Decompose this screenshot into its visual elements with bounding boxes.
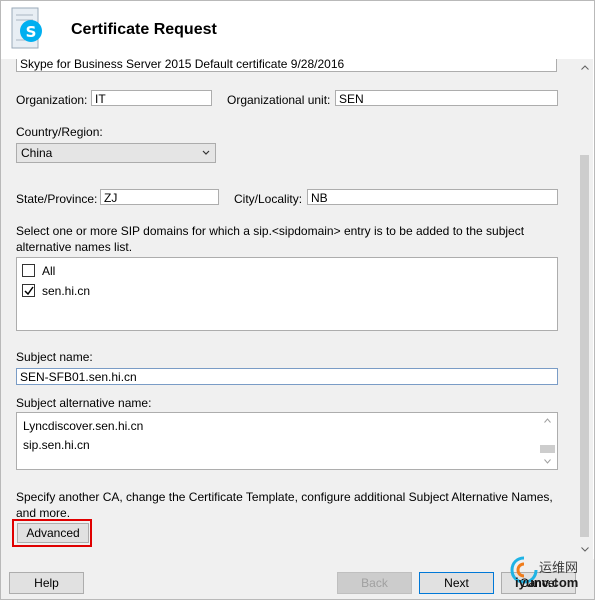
- scroll-down-icon[interactable]: [581, 547, 589, 552]
- checkmark-icon: [24, 286, 34, 296]
- advanced-description-line2: and more.: [16, 506, 71, 520]
- checkbox-sen[interactable]: [22, 284, 35, 297]
- country-dropdown[interactable]: China: [16, 143, 216, 163]
- san-label: Subject alternative name:: [16, 396, 152, 410]
- org-unit-label: Organizational unit:: [227, 93, 331, 107]
- sip-domain-label: All: [42, 264, 56, 278]
- scroll-down-icon[interactable]: [544, 459, 551, 464]
- back-button[interactable]: Back: [337, 572, 412, 594]
- sip-domain-item-sen[interactable]: sen.hi.cn: [21, 283, 221, 299]
- scroll-up-icon[interactable]: [581, 65, 589, 70]
- country-value: China: [21, 146, 53, 160]
- san-list[interactable]: Lyncdiscover.sen.hi.cn sip.sen.hi.cn: [16, 412, 558, 470]
- footer: Help Back Next Cancel: [1, 559, 594, 599]
- sip-domain-list: All sen.hi.cn: [16, 257, 558, 331]
- state-label: State/Province:: [16, 192, 98, 206]
- form-content: Skype for Business Server 2015 Default c…: [1, 59, 576, 559]
- city-label: City/Locality:: [234, 192, 303, 206]
- main-scrollbar[interactable]: [576, 59, 593, 559]
- help-button[interactable]: Help: [9, 572, 84, 594]
- chevron-down-icon: [202, 150, 210, 155]
- san-scroll-thumb[interactable]: [540, 445, 555, 453]
- main-scroll-thumb[interactable]: [580, 155, 589, 537]
- scroll-up-icon[interactable]: [544, 418, 551, 423]
- skype-certificate-icon: S: [11, 7, 42, 49]
- sip-domain-item-all[interactable]: All: [21, 263, 221, 279]
- checkbox-all[interactable]: [22, 264, 35, 277]
- org-unit-field[interactable]: SEN: [335, 90, 558, 106]
- organization-field[interactable]: IT: [91, 90, 212, 106]
- window-title: Certificate Request: [71, 21, 217, 38]
- watermark-text-cn: 运维网: [539, 560, 579, 575]
- city-field[interactable]: NB: [307, 189, 558, 205]
- header: S Certificate Request: [1, 1, 594, 59]
- subject-name-label: Subject name:: [16, 350, 93, 364]
- country-label: Country/Region:: [16, 125, 103, 139]
- svg-text:S: S: [26, 23, 37, 41]
- sip-instruction-line2: alternative names list.: [16, 240, 133, 254]
- advanced-button[interactable]: Advanced: [17, 523, 89, 543]
- sip-domain-label: sen.hi.cn: [42, 284, 91, 298]
- certificate-request-window: S Certificate Request Skype for Business…: [0, 0, 595, 600]
- watermark: 运维网 iyunv.com: [509, 555, 593, 595]
- san-scrollbar[interactable]: [539, 414, 556, 468]
- san-item: Lyncdiscover.sen.hi.cn: [23, 419, 144, 433]
- state-field[interactable]: ZJ: [100, 189, 219, 205]
- organization-label: Organization:: [16, 93, 88, 107]
- san-item: sip.sen.hi.cn: [23, 438, 90, 452]
- advanced-description: Specify another CA, change the Certifica…: [16, 490, 553, 504]
- subject-name-field[interactable]: SEN-SFB01.sen.hi.cn: [16, 368, 558, 385]
- sip-instruction: Select one or more SIP domains for which…: [16, 224, 525, 238]
- watermark-text-en: iyunv.com: [515, 575, 579, 590]
- next-button[interactable]: Next: [419, 572, 494, 594]
- friendly-name-field[interactable]: Skype for Business Server 2015 Default c…: [16, 59, 557, 72]
